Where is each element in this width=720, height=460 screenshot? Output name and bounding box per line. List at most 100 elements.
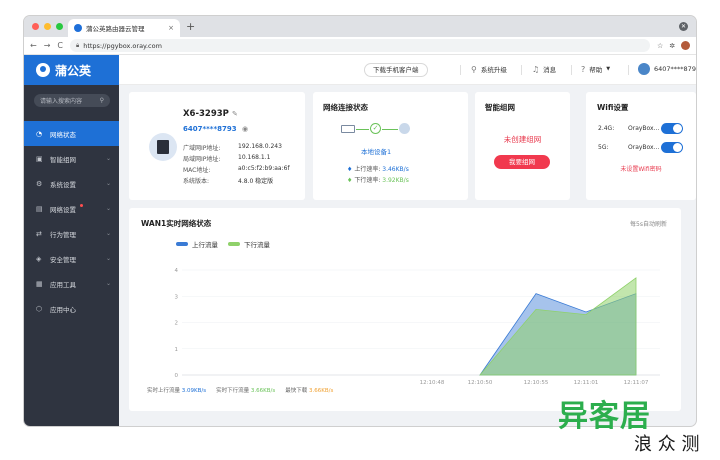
- extensions-icon[interactable]: ✲: [669, 42, 675, 50]
- sidebar-item-network-settings[interactable]: ▤ 网络设置 ⌄: [24, 196, 119, 221]
- sidebar-item-label: 应用中心: [50, 305, 76, 314]
- divider: [628, 65, 629, 75]
- new-tab-button[interactable]: +: [186, 20, 195, 33]
- y-tick-label: 2: [175, 321, 179, 327]
- reload-button[interactable]: C: [57, 41, 63, 50]
- divider: [460, 65, 461, 75]
- sidebar-item-behavior[interactable]: ⇄ 行为管理 ⌄: [24, 221, 119, 246]
- mesh-card-title: 智能组网: [485, 103, 515, 112]
- info-value: a0:c5:f2:b9:aa:6f: [238, 165, 290, 172]
- help-icon: ?: [581, 64, 586, 74]
- user-menu[interactable]: 6407****8793 ▼: [638, 63, 696, 75]
- network-card-title: 网络连接状态: [323, 103, 368, 112]
- eye-hidden-icon[interactable]: ◉: [242, 125, 248, 133]
- stat-value: 3.09KB/s: [181, 388, 207, 394]
- stat-label: 最快下载: [285, 388, 308, 394]
- tab-close-icon[interactable]: ×: [168, 24, 174, 32]
- stat-value: 3.66KB/s: [309, 388, 334, 394]
- dandelion-logo-icon: [36, 63, 50, 77]
- router-icon: [341, 125, 355, 133]
- system-upgrade-label: 系统升级: [480, 66, 507, 74]
- brand-logo[interactable]: 蒲公英: [24, 55, 119, 85]
- forward-button[interactable]: →: [44, 41, 51, 50]
- link-line: [356, 129, 369, 130]
- minimize-window-button[interactable]: [44, 23, 51, 30]
- window-controls: [32, 23, 63, 30]
- tools-icon: ▦: [36, 279, 43, 288]
- sidebar-menu: ◔ 网络状态 ▣ 智能组网 ⌄ ⚙ 系统设置 ⌄ ▤ 网络设置 ⌄ ⇄ 行为管理…: [24, 121, 119, 321]
- upgrade-icon: ⚲: [471, 64, 477, 74]
- watermark-main: 异客居: [558, 399, 651, 434]
- wifi-password-warning[interactable]: 未设置Wifi密码: [586, 164, 696, 173]
- device-info-row: 广域网IP地址: 192.168.0.243: [183, 143, 282, 152]
- wifi-5g-toggle[interactable]: [661, 142, 683, 153]
- y-tick-label: 0: [175, 373, 179, 379]
- user-account-label: 6407****8793: [654, 65, 696, 73]
- profile-avatar[interactable]: [681, 41, 691, 50]
- sidebar-item-network-status[interactable]: ◔ 网络状态: [24, 121, 119, 146]
- messages-button[interactable]: ♫ 消息: [532, 64, 556, 75]
- address-bar: ← → C 🔒︎ https://pgybox.oray.com ☆ ✲ ⋮: [24, 37, 696, 55]
- band-label: 2.4G:: [598, 125, 615, 132]
- system-upgrade-button[interactable]: ⚲ 系统升级: [471, 64, 507, 75]
- info-key: 系统版本:: [183, 178, 210, 185]
- sidebar-item-mesh[interactable]: ▣ 智能组网 ⌄: [24, 146, 119, 171]
- chevron-down-icon: ⌄: [105, 230, 111, 237]
- realtime-upload-stat: 实时上行流量 3.09KB/s: [147, 386, 206, 394]
- download-rate-value: 3.92KB/s: [382, 177, 409, 184]
- upload-rate-label: 上行速率:: [354, 166, 381, 173]
- x-tick-label: 12:11:01: [574, 380, 599, 386]
- back-button[interactable]: ←: [30, 41, 37, 50]
- chevron-down-icon: ⌄: [105, 280, 111, 287]
- wan-status-card: WAN1实时网络状态 每5s自动刷新 上行流量 下行流量 0 1 2 3 4 12:10:…: [129, 208, 681, 411]
- upload-rate-value: 3.46KB/s: [382, 166, 409, 173]
- stat-label: 实时上行流量: [147, 388, 181, 394]
- sidebar-item-tools[interactable]: ▦ 应用工具 ⌄: [24, 271, 119, 296]
- mesh-status: 未创建组网: [503, 135, 542, 144]
- url-field[interactable]: 🔒︎ https://pgybox.oray.com: [70, 39, 650, 52]
- upload-rate: ♦︎ 上行速率: 3.46KB/s: [347, 164, 409, 173]
- download-arrow-icon: ♦︎: [347, 177, 353, 184]
- info-key: 局域网IP地址:: [183, 156, 221, 163]
- help-button[interactable]: ? 帮助 ▼: [581, 64, 610, 75]
- y-tick-label: 3: [175, 294, 179, 300]
- sidebar-item-label: 系统设置: [50, 180, 76, 189]
- sidebar-item-label: 应用工具: [50, 280, 76, 289]
- info-value: 4.8.0 稳定版: [238, 178, 274, 185]
- x-tick-label: 12:11:07: [624, 380, 649, 386]
- brand-name: 蒲公英: [55, 63, 92, 78]
- user-avatar: [638, 63, 650, 75]
- stat-value: 3.66KB/s: [250, 388, 276, 394]
- sidebar-item-security[interactable]: ◈ 安全管理 ⌄: [24, 246, 119, 271]
- chevron-down-icon: ⌄: [105, 155, 111, 162]
- globe-icon: [399, 123, 410, 134]
- download-area: [479, 277, 637, 376]
- download-app-button[interactable]: 下载手机客户端: [364, 63, 428, 77]
- sidebar-item-app-center[interactable]: ⬡ 应用中心: [24, 296, 119, 321]
- favicon-icon: [74, 24, 82, 32]
- sidebar-item-system-settings[interactable]: ⚙ 系统设置 ⌄: [24, 171, 119, 196]
- stat-label: 实时下行流量: [216, 388, 250, 394]
- behavior-icon: ⇄: [36, 229, 42, 238]
- search-placeholder: 请输入搜索内容: [40, 98, 83, 105]
- local-device-link[interactable]: 本地设备1: [361, 146, 391, 156]
- sidebar-search-input[interactable]: 请输入搜索内容 ⚲: [34, 94, 110, 107]
- divider: [521, 65, 522, 75]
- connection-diagram: ✓: [341, 122, 411, 136]
- settings-icon: ⚙: [36, 179, 43, 188]
- edit-icon[interactable]: ✎: [232, 110, 238, 118]
- close-window-button[interactable]: [32, 23, 39, 30]
- shield-icon: ◈: [36, 254, 42, 263]
- ssid-label: OrayBox...: [628, 125, 660, 132]
- zoom-window-button[interactable]: [56, 23, 63, 30]
- bookmark-star-icon[interactable]: ☆: [657, 42, 663, 50]
- wifi-24g-toggle[interactable]: [661, 123, 683, 134]
- search-icon: ⚲: [99, 97, 104, 104]
- sidebar-item-label: 智能组网: [50, 155, 76, 164]
- wifi-card-title: Wifi设置: [597, 103, 629, 112]
- device-card: X6-3293P ✎ 6407****8793 ◉ 广域网IP地址: 192.1…: [129, 92, 305, 200]
- create-mesh-button[interactable]: 我要组网: [494, 155, 550, 169]
- browser-tab[interactable]: 蒲公英路由器云管理 ×: [68, 19, 180, 37]
- app-root: 蒲公英 下载手机客户端 ⚲ 系统升级 ♫ 消息 ? 帮助 ▼ 6407****8…: [24, 55, 696, 426]
- window-close-icon[interactable]: ✕: [679, 22, 688, 31]
